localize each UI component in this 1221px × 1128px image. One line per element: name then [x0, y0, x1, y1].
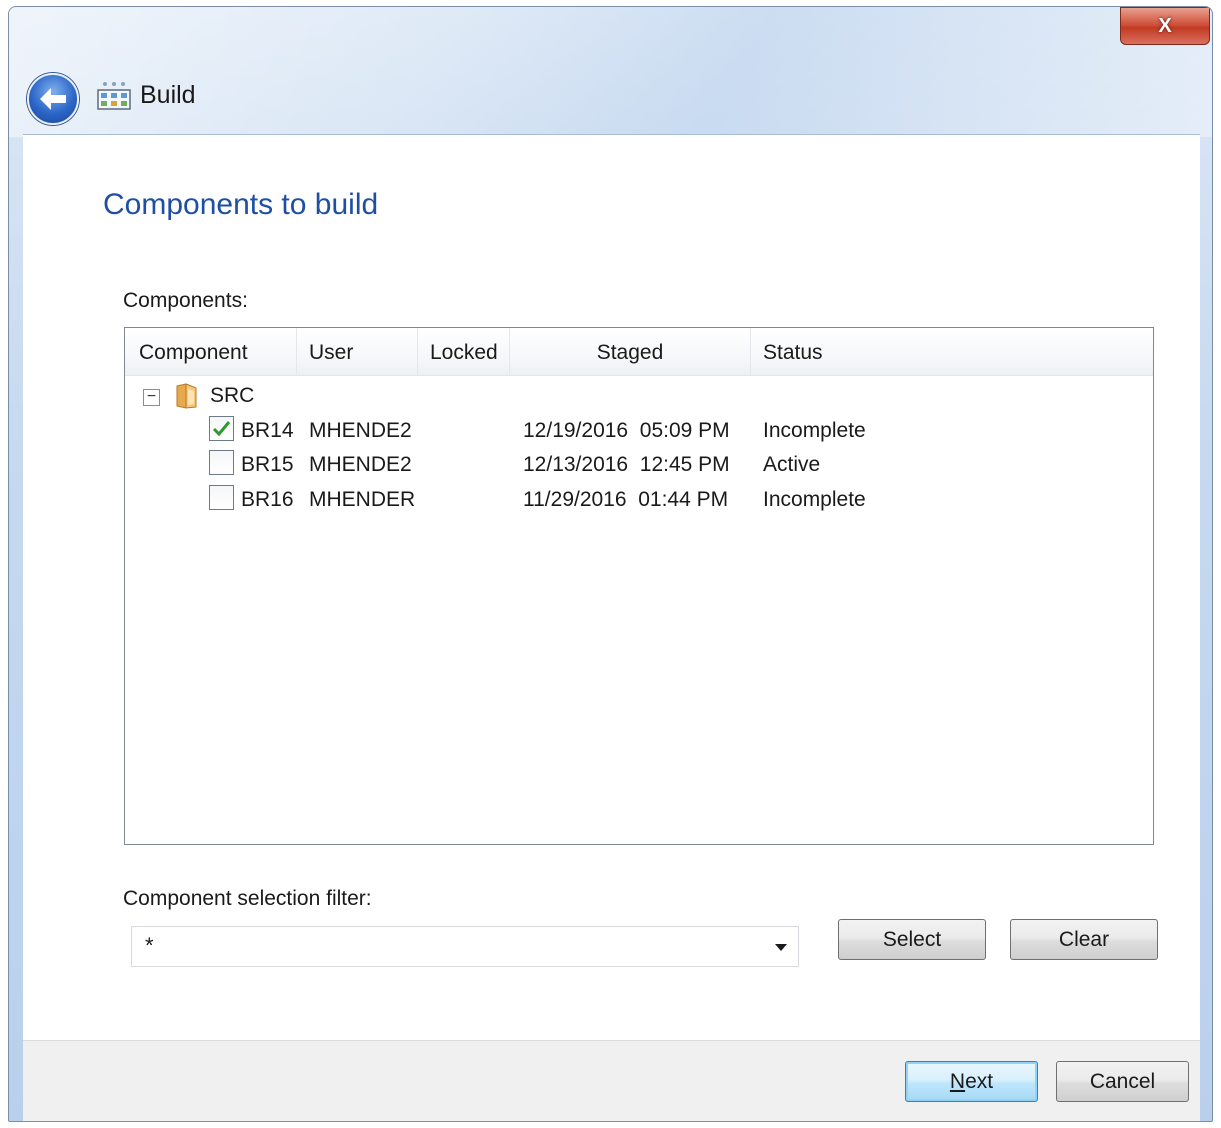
cell-staged: 12/19/2016 05:09 PM — [523, 419, 730, 442]
back-arrow-icon — [40, 88, 66, 110]
column-header-user[interactable]: User — [297, 328, 418, 376]
row-checkbox[interactable] — [209, 450, 234, 475]
window-title: Build — [140, 81, 196, 109]
collapse-toggle[interactable]: − — [143, 389, 160, 406]
build-icon — [97, 82, 131, 110]
next-mnemonic: N — [949, 1070, 966, 1093]
components-label: Components: — [123, 289, 248, 312]
cell-status: Incomplete — [763, 488, 866, 511]
page-title: Components to build — [103, 188, 379, 221]
build-window: X Build Components to build Components: … — [8, 6, 1213, 1122]
cell-user: MHENDE2 — [309, 419, 412, 442]
cell-staged: 11/29/2016 01:44 PM — [523, 488, 729, 511]
filter-value: * — [145, 933, 154, 958]
check-icon — [212, 421, 231, 437]
next-label: ext — [965, 1070, 994, 1093]
filter-combobox[interactable]: * — [131, 926, 799, 967]
folder-icon — [176, 383, 197, 409]
cell-user: MHENDER — [309, 488, 416, 511]
row-checkbox[interactable] — [209, 485, 234, 510]
group-label-src[interactable]: SRC — [210, 384, 254, 408]
column-header-component[interactable]: Component — [125, 328, 297, 376]
back-button[interactable] — [27, 73, 79, 125]
next-button[interactable]: Next — [905, 1061, 1038, 1102]
column-header-locked[interactable]: Locked — [418, 328, 510, 376]
cell-component: BR16 — [241, 488, 294, 511]
footer-bar: Next Cancel — [23, 1040, 1200, 1121]
cell-component: BR15 — [241, 453, 294, 476]
cancel-button[interactable]: Cancel — [1056, 1061, 1189, 1102]
cell-status: Active — [763, 453, 821, 476]
column-header-staged[interactable]: Staged — [510, 328, 751, 376]
select-button[interactable]: Select — [838, 919, 986, 960]
cell-status: Incomplete — [763, 419, 866, 442]
cell-user: MHENDE2 — [309, 453, 412, 476]
content-panel: Components to build Components: Componen… — [23, 134, 1200, 1040]
chevron-down-icon[interactable] — [774, 935, 788, 959]
close-button[interactable]: X — [1120, 7, 1210, 45]
cell-component: BR14 — [241, 419, 294, 442]
close-icon: X — [1158, 14, 1172, 37]
components-listview[interactable]: Component User Locked Staged Status − SR… — [124, 327, 1154, 845]
column-header-status[interactable]: Status — [751, 328, 1153, 376]
listview-header: Component User Locked Staged Status — [125, 328, 1153, 376]
filter-label: Component selection filter: — [123, 887, 372, 910]
cell-staged: 12/13/2016 12:45 PM — [523, 453, 730, 476]
row-checkbox[interactable] — [209, 416, 234, 441]
clear-button[interactable]: Clear — [1010, 919, 1158, 960]
